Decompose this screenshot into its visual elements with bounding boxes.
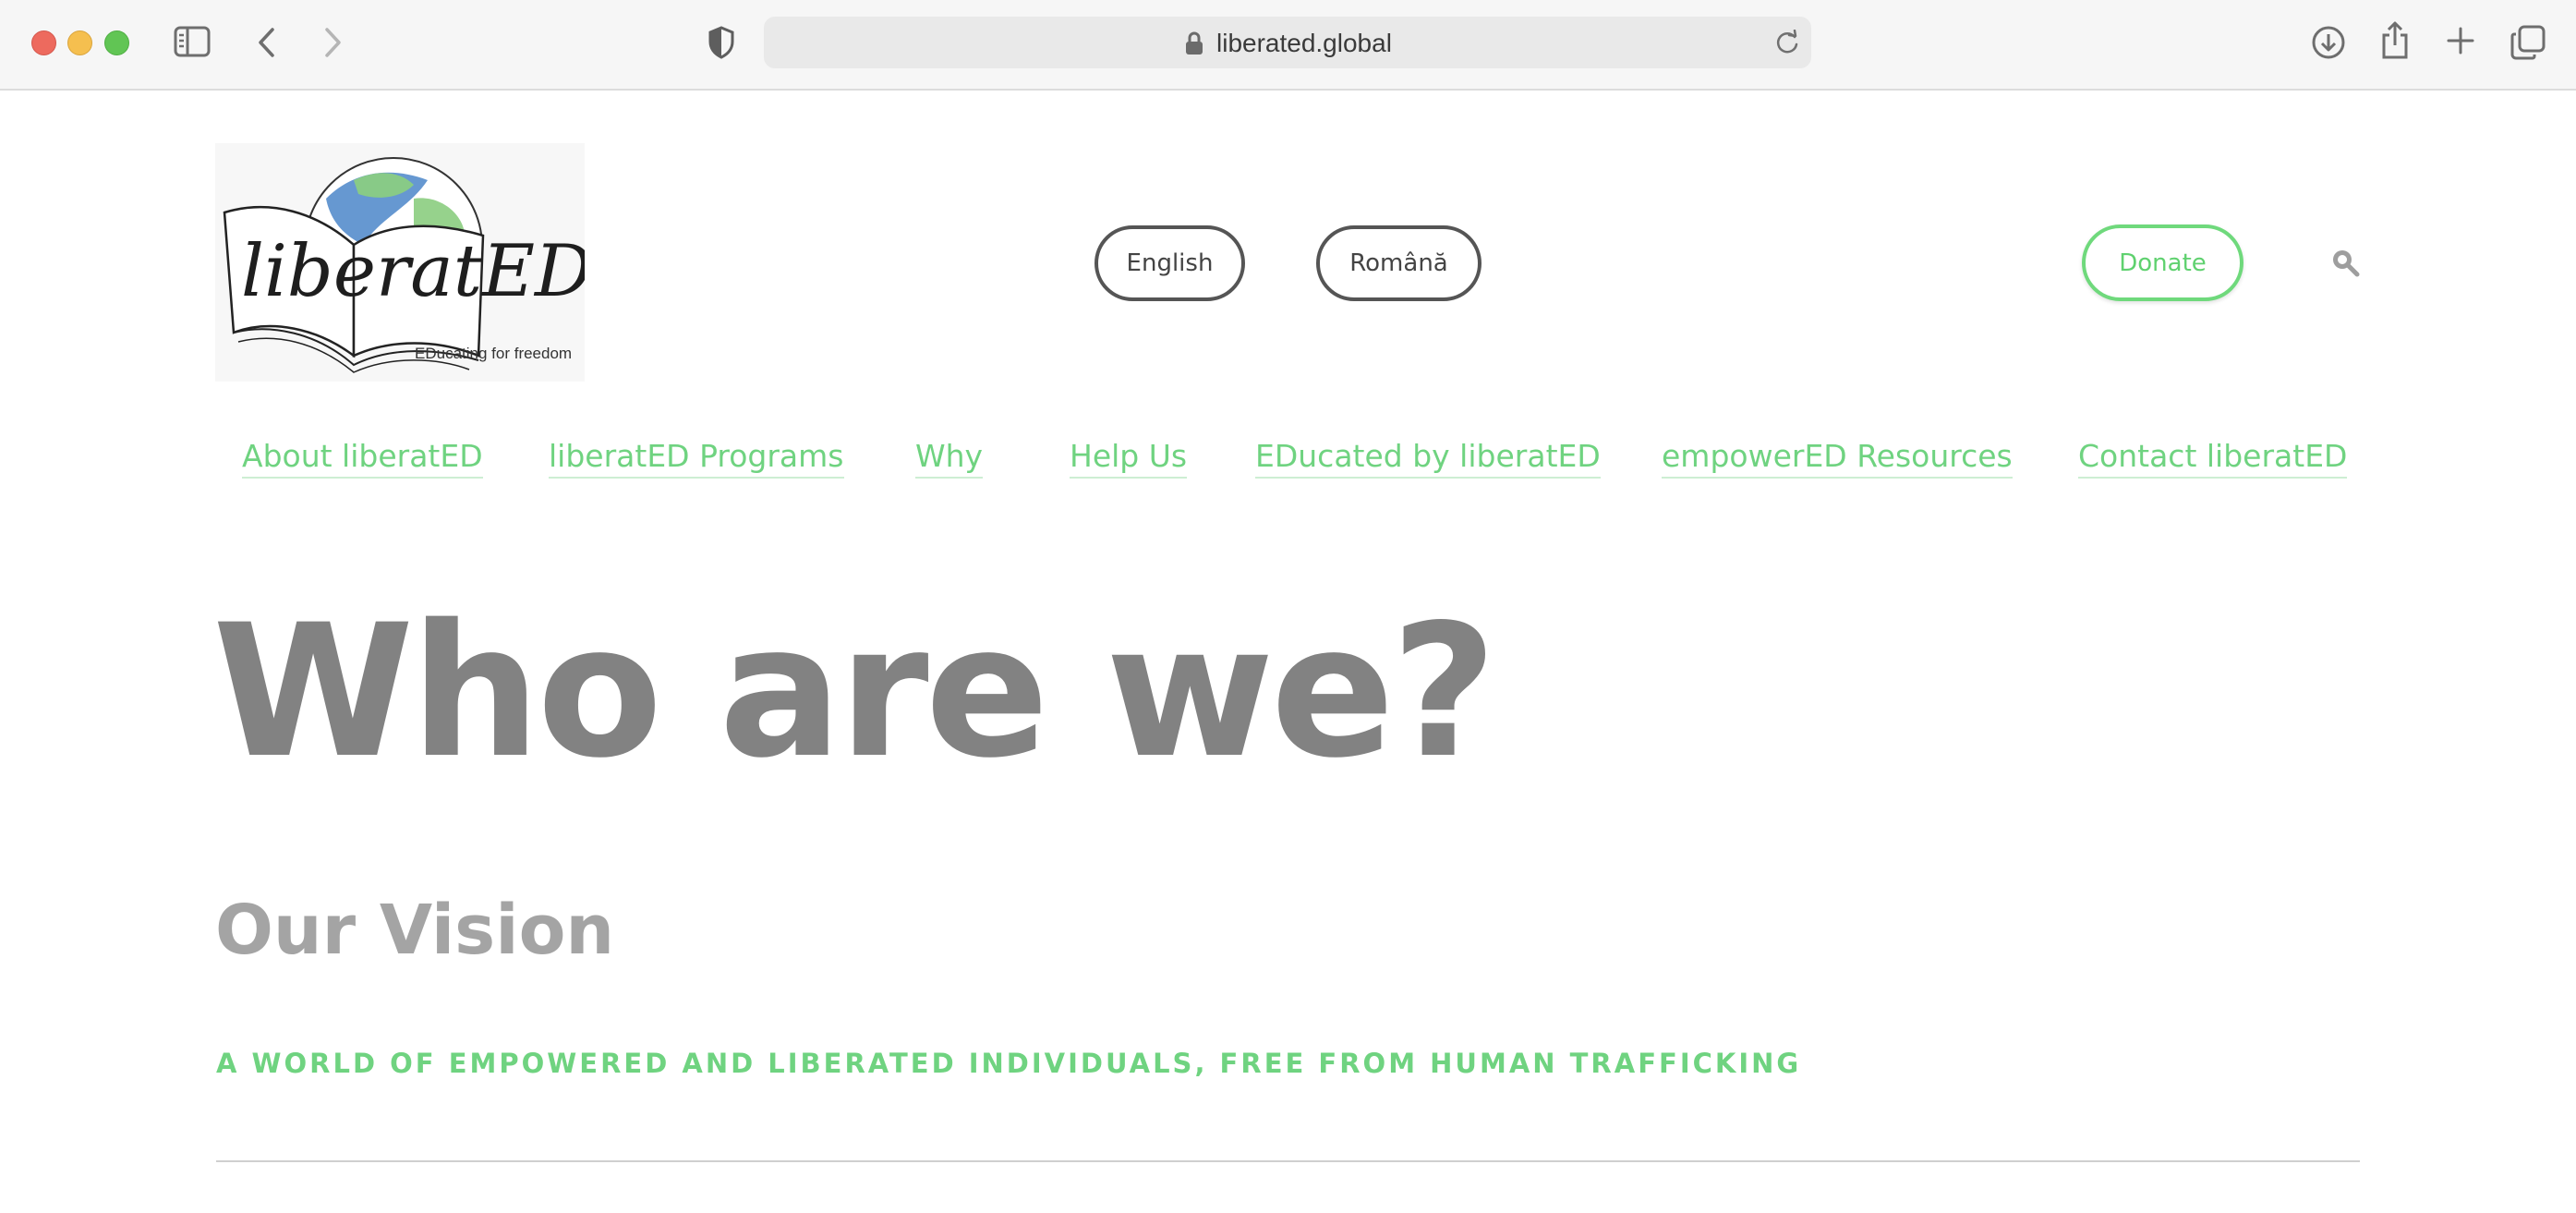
sidebar-icon[interactable] bbox=[174, 26, 211, 57]
section-divider bbox=[216, 1160, 2360, 1162]
language-english-button[interactable]: English bbox=[1094, 225, 1245, 301]
section-title: Our Vision bbox=[215, 891, 615, 970]
reload-icon[interactable] bbox=[1774, 29, 1800, 60]
share-icon[interactable] bbox=[2380, 20, 2410, 59]
chevron-right-icon[interactable] bbox=[322, 27, 343, 58]
minimize-window-button[interactable] bbox=[67, 30, 92, 55]
close-window-button[interactable] bbox=[31, 30, 56, 55]
logo-tagline: EDucating for freedom bbox=[415, 345, 573, 362]
chevron-left-icon[interactable] bbox=[257, 27, 277, 58]
address-bar[interactable]: liberated.global bbox=[764, 17, 1811, 68]
vision-statement: A WORLD OF EMPOWERED AND LIBERATED INDIV… bbox=[216, 1048, 1802, 1079]
shield-icon[interactable] bbox=[707, 26, 735, 59]
zoom-window-button[interactable] bbox=[104, 30, 129, 55]
tabs-overview-icon[interactable] bbox=[2510, 25, 2546, 60]
browser-toolbar: liberated.global bbox=[0, 0, 2576, 91]
nav-item-educated[interactable]: EDucated by liberatED bbox=[1255, 438, 1601, 479]
language-romana-button[interactable]: Română bbox=[1316, 225, 1482, 301]
search-icon[interactable] bbox=[2330, 248, 2360, 282]
logo-wordmark: liberatED bbox=[241, 230, 585, 313]
nav-item-programs[interactable]: liberatED Programs bbox=[549, 438, 844, 479]
nav-item-about[interactable]: About liberatED bbox=[242, 438, 483, 479]
download-icon[interactable] bbox=[2311, 25, 2346, 60]
nav-item-why[interactable]: Why bbox=[915, 438, 984, 479]
page-title: Who are we? bbox=[212, 585, 1497, 798]
url-text: liberated.global bbox=[1216, 29, 1392, 57]
lock-icon bbox=[1185, 31, 1203, 60]
plus-icon[interactable] bbox=[2446, 26, 2475, 55]
nav-item-resources[interactable]: empowerED Resources bbox=[1662, 438, 2013, 479]
donate-button[interactable]: Donate bbox=[2082, 224, 2243, 301]
nav-item-contact[interactable]: Contact liberatED bbox=[2078, 438, 2348, 479]
site-logo[interactable]: liberatED EDucating for freedom bbox=[215, 143, 593, 382]
nav-item-help-us[interactable]: Help Us bbox=[1070, 438, 1188, 479]
